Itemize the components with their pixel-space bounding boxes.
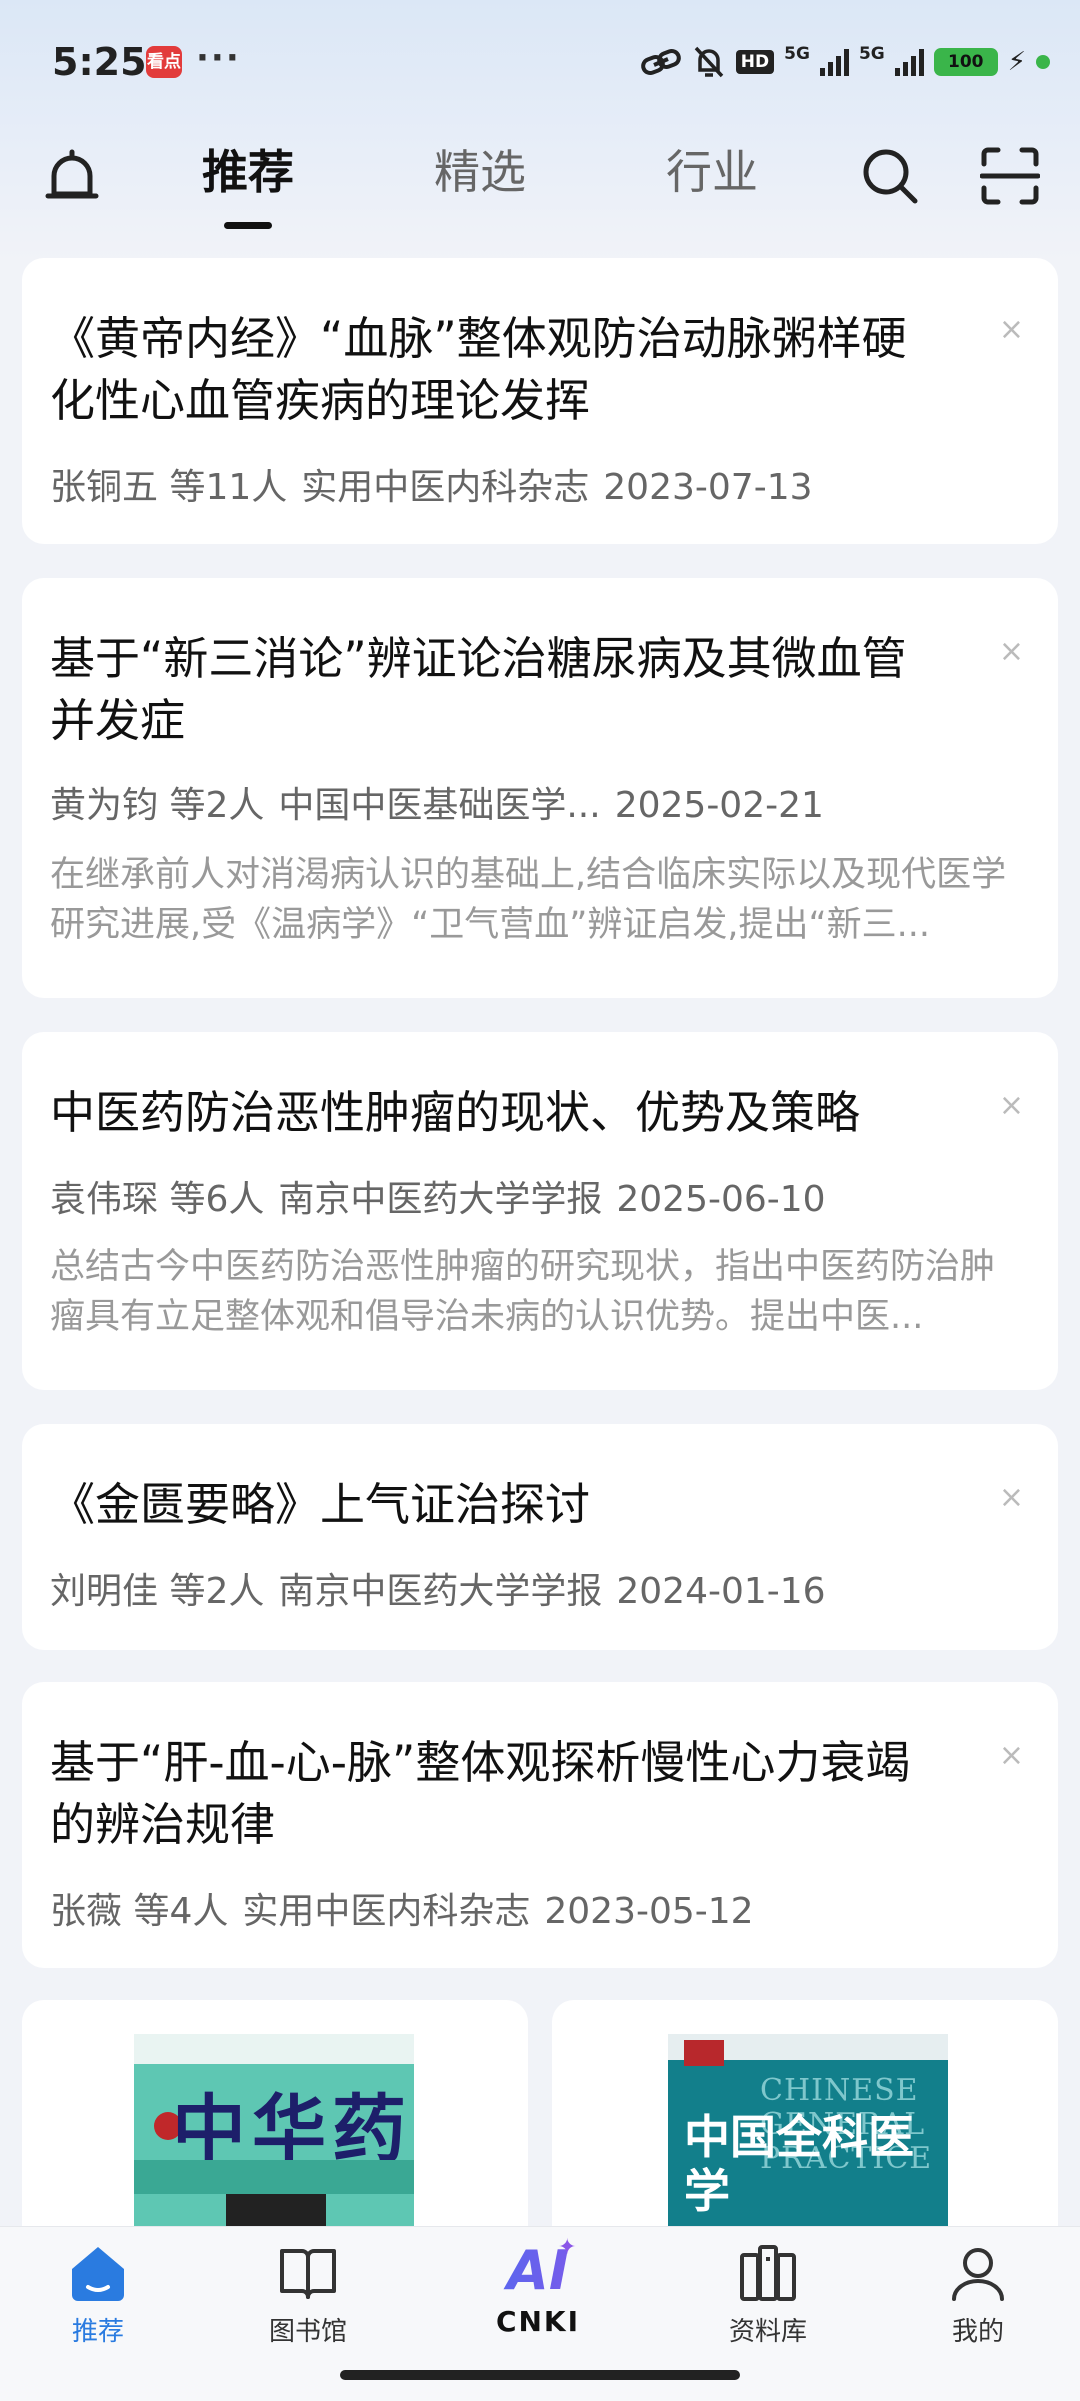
article-abstract: 在继承前人对消渴病认识的基础上,结合临床实际以及现代医学研究进展,受《温病学》“… [50,855,1007,945]
nav-label: 推荐 [71,2317,124,2347]
tab-industry[interactable]: 行业 [666,136,758,202]
dismiss-icon[interactable]: × [999,312,1024,347]
status-bar: 5:25 看点 ··· HD 5G 5G 100 ⚡ [0,0,1080,130]
article-date: 2025-02-21 [614,785,824,826]
nav-cnki-ai[interactable]: AI ✦ CNKI [458,2235,618,2338]
nav-label: 我的 [951,2317,1004,2347]
article-meta: 刘明佳 等2人 南京中医药大学学报 2024-01-16 [50,1562,840,1614]
home-icon [72,2247,124,2301]
article-date: 2025-06-10 [616,1179,826,1220]
article-meta: 袁伟琛 等6人 南京中医药大学学报 2025-06-10 [50,1170,840,1222]
article-title[interactable]: 《金匮要略》上气证治探讨 [50,1474,948,1536]
tab-recommend[interactable]: 推荐 [202,136,294,202]
nav-label: 资料库 [728,2317,807,2347]
bell-muted-icon [694,46,724,78]
nav-recommend[interactable]: 推荐 [18,2241,178,2348]
cover-image [226,2194,326,2230]
cover-header-strip [134,2034,414,2064]
article-abstract: 总结古今中医药防治恶性肿瘤的研究现状，指出中医药防治肿瘤具有立足整体观和倡导治未… [50,1247,996,1337]
cover-band [134,2160,414,2194]
journal-tile[interactable]: CHINESE GENERAL PRACTICE 中国全科医学 [552,2000,1058,2230]
article-authors: 袁伟琛 等6人 [50,1179,265,1220]
book-icon [280,2249,336,2299]
status-time: 5:25 [52,40,147,84]
bell-icon[interactable] [42,146,102,216]
article-journal: 实用中医内科杂志 [242,1891,531,1932]
article-authors: 张铜五 等11人 [50,467,288,508]
article-authors: 张薇 等4人 [50,1891,229,1932]
search-icon[interactable] [858,144,922,208]
scan-icon[interactable] [980,146,1040,206]
nav-library[interactable]: 图书馆 [228,2241,388,2348]
user-icon [952,2248,1004,2301]
app-notification-badge: 看点 [146,46,182,78]
article-date: 2024-01-16 [616,1571,826,1612]
article-card[interactable]: 中医药防治恶性肿瘤的现状、优势及策略 × 袁伟琛 等6人 南京中医药大学学报 202… [22,1032,1058,1390]
article-meta: 黄为钧 等2人 中国中医基础医学... 2025-02-21 [50,776,838,828]
article-title[interactable]: 《黄帝内经》“血脉”整体观防治动脉粥样硬化性心血管疾病的理论发挥 [50,308,948,432]
article-journal: 中国中医基础医学... [278,785,601,826]
nav-database[interactable]: 资料库 [688,2241,848,2348]
signal-icon-2 [894,48,924,76]
journal-cover[interactable]: 中华药 [134,2034,414,2230]
nav-label: CNKI [495,2305,581,2338]
library-icon [740,2245,796,2301]
sparkle-icon: ✦ [558,2235,577,2260]
status-indicators: HD 5G 5G 100 ⚡ [640,42,1050,82]
journal-cover[interactable]: CHINESE GENERAL PRACTICE 中国全科医学 [668,2034,948,2230]
cover-logo [684,2040,724,2066]
article-meta: 张薇 等4人 实用中医内科杂志 2023-05-12 [50,1882,768,1934]
network-type-2: 5G [858,44,885,64]
dismiss-icon[interactable]: × [999,1088,1024,1123]
dismiss-icon[interactable]: × [999,1480,1024,1515]
home-indicator[interactable] [340,2370,740,2380]
active-tab-indicator [224,222,272,229]
dismiss-icon[interactable]: × [999,1738,1024,1773]
article-authors: 刘明佳 等2人 [50,1571,265,1612]
article-title[interactable]: 基于“肝-血-心-脉”整体观探析慢性心力衰竭的辨治规律 [50,1732,948,1856]
article-card[interactable]: 《金匮要略》上气证治探讨 × 刘明佳 等2人 南京中医药大学学报 2024-01-1… [22,1424,1058,1650]
hd-badge: HD [735,50,775,74]
article-journal: 南京中医药大学学报 [278,1571,603,1612]
more-notifications-icon: ··· [196,38,241,78]
network-type-1: 5G [784,44,810,64]
article-authors: 黄为钧 等2人 [50,785,265,826]
cover-chinese-title: 中国全科医学 [684,2110,914,2218]
article-card[interactable]: 《黄帝内经》“血脉”整体观防治动脉粥样硬化性心血管疾病的理论发挥 × 张铜五 等… [22,258,1058,544]
signal-icon-1 [819,48,849,76]
battery-icon: 100 [933,48,998,76]
ai-icon: AI [458,2241,618,2301]
article-title[interactable]: 基于“新三消论”辨证论治糖尿病及其微血管并发症 [50,628,948,752]
nav-label: 图书馆 [268,2317,347,2347]
article-title[interactable]: 中医药防治恶性肿瘤的现状、优势及策略 [50,1082,948,1144]
dismiss-icon[interactable]: × [999,634,1024,669]
article-card[interactable]: 基于“新三消论”辨证论治糖尿病及其微血管并发症 × 黄为钧 等2人 中国中医基础医… [22,578,1058,998]
nav-profile[interactable]: 我的 [898,2241,1058,2348]
charging-icon: ⚡ [1007,47,1026,77]
article-card[interactable]: 基于“肝-血-心-脉”整体观探析慢性心力衰竭的辨治规律 × 张薇 等4人 实用中医… [22,1682,1058,1968]
privacy-indicator-dot [1036,55,1050,69]
link-icon [640,48,681,76]
article-date: 2023-05-12 [544,1891,754,1932]
article-meta: 张铜五 等11人 实用中医内科杂志 2023-07-13 [50,458,827,510]
article-journal: 南京中医药大学学报 [278,1179,603,1220]
article-date: 2023-07-13 [603,467,813,508]
journal-tile[interactable]: 中华药 [22,2000,528,2230]
article-journal: 实用中医内科杂志 [301,467,590,508]
tab-featured[interactable]: 精选 [434,136,526,202]
top-header: 推荐 精选 行业 [0,130,1080,250]
